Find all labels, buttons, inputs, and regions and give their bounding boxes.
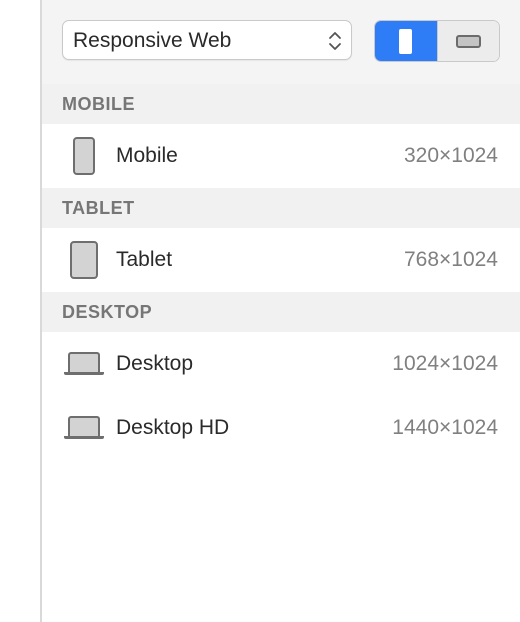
device-name: Desktop HD xyxy=(116,416,230,439)
device-size: 1440×1024 xyxy=(392,416,498,439)
laptop-icon xyxy=(62,332,106,396)
device-name: Tablet xyxy=(116,248,173,271)
device-row-mobile[interactable]: Mobile 320×1024 xyxy=(42,124,520,188)
device-row-desktop-hd[interactable]: Desktop HD 1440×1024 xyxy=(42,396,520,460)
device-name: Mobile xyxy=(116,144,178,167)
section-title: TABLET xyxy=(62,198,135,218)
tablet-icon xyxy=(62,228,106,292)
orientation-toggle[interactable] xyxy=(374,20,500,62)
landscape-icon xyxy=(455,34,481,48)
landscape-button[interactable] xyxy=(436,21,499,61)
device-preset-panel: Responsive Web MOBILE Mobile 320×1024 TA… xyxy=(42,0,520,622)
device-preset-window: Responsive Web MOBILE Mobile 320×1024 TA… xyxy=(0,0,520,622)
section-header-mobile: MOBILE xyxy=(42,84,520,124)
preset-select-value: Responsive Web xyxy=(73,29,232,52)
canvas-gutter xyxy=(0,0,40,622)
section-header-desktop: DESKTOP xyxy=(42,292,520,332)
device-name: Desktop xyxy=(116,352,194,375)
section-header-tablet: TABLET xyxy=(42,188,520,228)
section-title: DESKTOP xyxy=(62,302,153,322)
device-row-desktop[interactable]: Desktop 1024×1024 xyxy=(42,332,520,396)
device-row-tablet[interactable]: Tablet 768×1024 xyxy=(42,228,520,292)
portrait-button[interactable] xyxy=(375,21,437,61)
section-title: MOBILE xyxy=(62,94,135,114)
device-size: 1024×1024 xyxy=(392,352,498,375)
phone-icon xyxy=(62,124,106,188)
portrait-icon xyxy=(399,28,413,54)
up-down-chevron-icon xyxy=(329,32,341,50)
device-size: 768×1024 xyxy=(403,248,498,271)
device-size: 320×1024 xyxy=(403,144,498,167)
laptop-icon xyxy=(62,396,106,460)
preset-toolbar: Responsive Web xyxy=(42,0,520,84)
preset-select[interactable]: Responsive Web xyxy=(62,20,352,60)
